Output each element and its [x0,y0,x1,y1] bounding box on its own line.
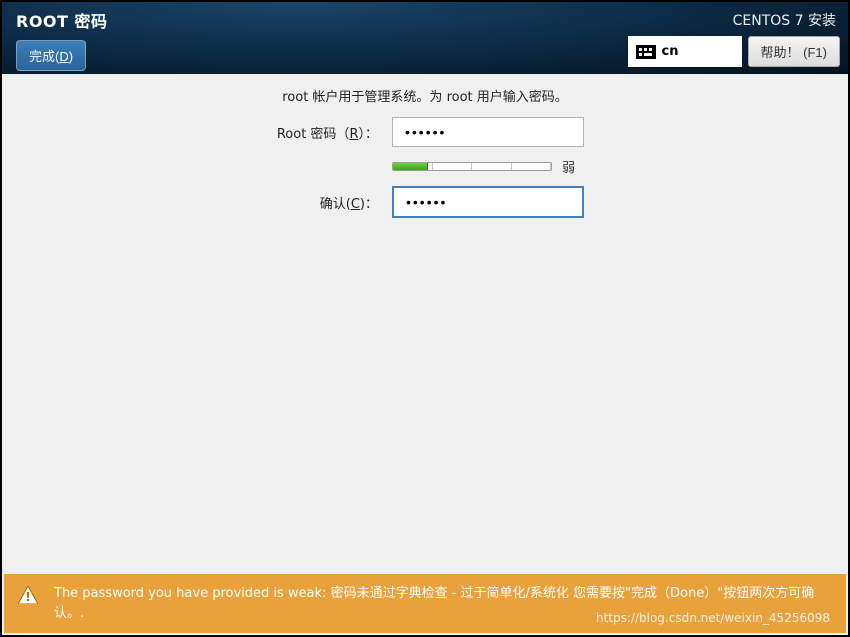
done-key: D [59,49,68,64]
description-text: root 帐户用于管理系统。为 root 用户输入密码。 [2,86,848,105]
page-title: ROOT 密码 [16,8,108,32]
root-password-input[interactable] [392,117,584,147]
done-label-pre: 完成( [29,49,59,64]
keyboard-layout-text: cn [662,44,679,59]
content-area: root 帐户用于管理系统。为 root 用户输入密码。 Root 密码（R）：… [2,74,848,218]
installer-label: CENTOS 7 安装 [628,10,840,30]
confirm-password-label: 确认(C)： [2,193,392,212]
done-button[interactable]: 完成(D) [16,40,86,71]
svg-text:!: ! [25,590,30,604]
keyboard-icon [636,45,656,59]
password-strength-text: 弱 [562,157,575,176]
header-bar: ROOT 密码 完成(D) CENTOS 7 安装 cn 帮助！ (F1) [2,2,848,74]
password-strength-fill [393,163,428,170]
done-label-post: ) [69,49,73,64]
root-password-label: Root 密码（R）： [2,123,392,142]
warning-bar: ! The password you have provided is weak… [4,574,846,633]
watermark-text: https://blog.csdn.net/weixin_45256098 [596,609,830,627]
password-strength-meter [392,162,552,171]
password-strength-row: 弱 [392,157,592,176]
confirm-password-input[interactable] [392,186,584,218]
keyboard-layout-indicator[interactable]: cn [628,36,742,67]
warning-icon: ! [18,586,38,604]
help-button[interactable]: 帮助！ (F1) [748,36,840,67]
password-form: Root 密码（R）： 弱 确认(C)： [2,117,848,218]
